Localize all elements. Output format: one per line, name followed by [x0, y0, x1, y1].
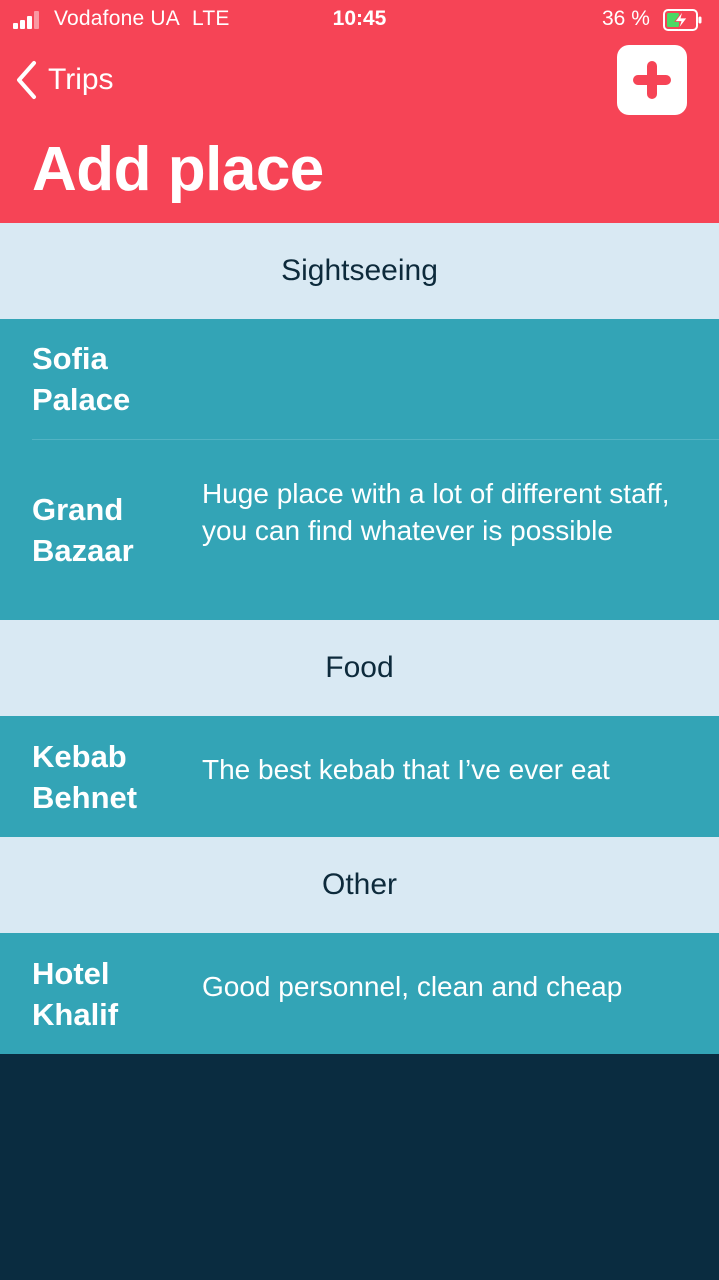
place-name: Hotel Khalif — [32, 956, 119, 1032]
add-place-button[interactable] — [617, 45, 687, 115]
section-header-food: Food — [0, 620, 719, 716]
back-button[interactable]: Trips — [14, 58, 114, 102]
places-list: Sightseeing Sofia Palace Grand Bazaar Hu… — [0, 223, 719, 1054]
section-header-other: Other — [0, 837, 719, 933]
list-item[interactable]: Kebab Behnet The best kebab that I’ve ev… — [0, 716, 719, 837]
place-description: Good personnel, clean and cheap — [202, 971, 623, 1002]
section-header-sightseeing: Sightseeing — [0, 223, 719, 319]
place-description: The best kebab that I’ve ever eat — [202, 754, 610, 785]
battery-percentage: 36 % — [602, 7, 650, 30]
page-title: Add place — [32, 135, 324, 204]
battery-charging-icon — [663, 9, 702, 31]
list-item[interactable]: Sofia Palace — [0, 319, 719, 439]
back-button-label: Trips — [48, 63, 114, 96]
list-item[interactable]: Hotel Khalif Good personnel, clean and c… — [0, 933, 719, 1054]
place-name: Sofia Palace — [32, 341, 131, 417]
plus-icon — [633, 61, 671, 99]
list-item[interactable]: Grand Bazaar Huge place with a lot of di… — [0, 440, 719, 620]
place-name: Kebab Behnet — [32, 739, 138, 815]
place-description: Huge place with a lot of different staff… — [202, 478, 670, 546]
place-name: Grand Bazaar — [32, 492, 134, 568]
nav-header: Vodafone UA LTE 10:45 36 % Trips Add pla… — [0, 0, 719, 223]
chevron-left-icon — [17, 61, 36, 99]
status-bar: Vodafone UA LTE 10:45 36 % — [0, 0, 719, 40]
